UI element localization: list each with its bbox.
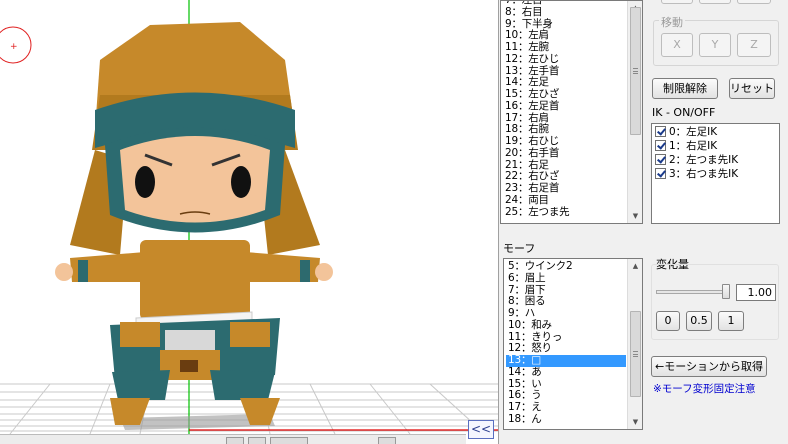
bone-list-item[interactable]: 20：右手首: [503, 147, 626, 160]
scroll-down-icon[interactable]: ▼: [628, 415, 642, 429]
bone-list-item[interactable]: 23：右足首: [503, 182, 626, 195]
morph-fix-note: ※モーフ変形固定注意: [653, 383, 756, 395]
checkbox-checked-icon[interactable]: [655, 139, 666, 151]
move-group-label: 移動: [659, 14, 685, 30]
ik-item[interactable]: 1：右足IK: [652, 138, 779, 152]
scroll-down-icon[interactable]: ▼: [628, 209, 642, 223]
morph-list-item[interactable]: 10：和み: [506, 319, 626, 332]
strip-button[interactable]: [378, 437, 396, 444]
limit-release-button[interactable]: 制限解除: [652, 78, 718, 99]
get-from-motion-button[interactable]: ←モーションから取得: [651, 356, 767, 377]
move-x-button[interactable]: X: [661, 33, 693, 57]
checkbox-checked-icon[interactable]: [655, 167, 666, 179]
preset-0-button[interactable]: 0: [656, 311, 680, 331]
ik-list[interactable]: 0：左足IK 1：右足IK 2：左つま先IK 3：右つま先IK: [651, 123, 780, 224]
bone-list[interactable]: 7：左目 8：右目 9：下半身 10：左肩 11：左腕 12：左ひじ 13：左手首 14：左足…: [500, 0, 643, 224]
bone-list-item[interactable]: 8：右目: [503, 6, 626, 19]
bone-list-item[interactable]: 16：左足首: [503, 100, 626, 113]
bone-list-item[interactable]: 12：左ひじ: [503, 53, 626, 66]
ik-item[interactable]: 3：右つま先IK: [652, 166, 779, 180]
rotate-button-3[interactable]: [737, 0, 771, 4]
morph-list-item[interactable]: 5：ウインク2: [506, 260, 626, 273]
ik-item[interactable]: 2：左つま先IK: [652, 152, 779, 166]
move-y-button[interactable]: Y: [699, 33, 731, 57]
bone-list-item[interactable]: 25：左つま先: [503, 206, 626, 219]
morph-list-item[interactable]: 6：眉上: [506, 272, 626, 285]
amount-slider-thumb[interactable]: [722, 284, 730, 299]
bone-list-item[interactable]: 24：両目: [503, 194, 626, 207]
morph-list-item[interactable]: 18：ん: [506, 413, 626, 426]
ik-label: IK - ON/OFF: [652, 106, 716, 119]
rotate-button-2[interactable]: [699, 0, 731, 4]
morph-list-item[interactable]: 14：あ: [506, 366, 626, 379]
move-z-button[interactable]: Z: [737, 33, 771, 57]
scroll-thumb[interactable]: [630, 311, 641, 397]
morph-list-item[interactable]: 9：ハ: [506, 307, 626, 320]
amount-value-input[interactable]: 1.00: [736, 284, 776, 301]
morph-list-item-selected[interactable]: 13：□: [506, 354, 626, 367]
bone-list-item[interactable]: 11：左腕: [503, 41, 626, 54]
rotate-button-1[interactable]: [661, 0, 693, 4]
svg-text:+: +: [10, 42, 18, 52]
bone-list-scrollbar[interactable]: ▲ ▼: [627, 1, 642, 223]
checkbox-checked-icon[interactable]: [655, 125, 666, 137]
morph-list-scrollbar[interactable]: ▲ ▼: [627, 259, 642, 429]
strip-button[interactable]: [226, 437, 244, 444]
preset-1-button[interactable]: 1: [718, 311, 744, 331]
checkbox-checked-icon[interactable]: [655, 153, 666, 165]
timeline-strip: [0, 434, 466, 444]
3d-viewport[interactable]: + <<: [0, 0, 498, 444]
morph-list[interactable]: 5：ウインク2 6：眉上 7：眉下 8：困る 9：ハ 10：和み 11：きりっ 12：怒り 13…: [503, 258, 643, 430]
strip-button[interactable]: [270, 437, 308, 444]
scroll-thumb[interactable]: [630, 7, 641, 135]
reset-button[interactable]: リセット: [729, 78, 775, 99]
morph-label: モーフ: [503, 242, 536, 255]
morph-list-item[interactable]: 17：え: [506, 401, 626, 414]
preset-0.5-button[interactable]: 0.5: [686, 311, 712, 331]
scroll-up-icon[interactable]: ▲: [628, 259, 642, 273]
strip-button[interactable]: [248, 437, 266, 444]
collapse-panel-button[interactable]: <<: [468, 420, 494, 439]
amount-slider-track[interactable]: [656, 290, 728, 294]
model-render: +: [0, 0, 498, 435]
ik-item[interactable]: 0：左足IK: [652, 124, 779, 138]
bone-list-item[interactable]: 15：左ひざ: [503, 88, 626, 101]
bone-list-item[interactable]: 19：右ひじ: [503, 135, 626, 148]
